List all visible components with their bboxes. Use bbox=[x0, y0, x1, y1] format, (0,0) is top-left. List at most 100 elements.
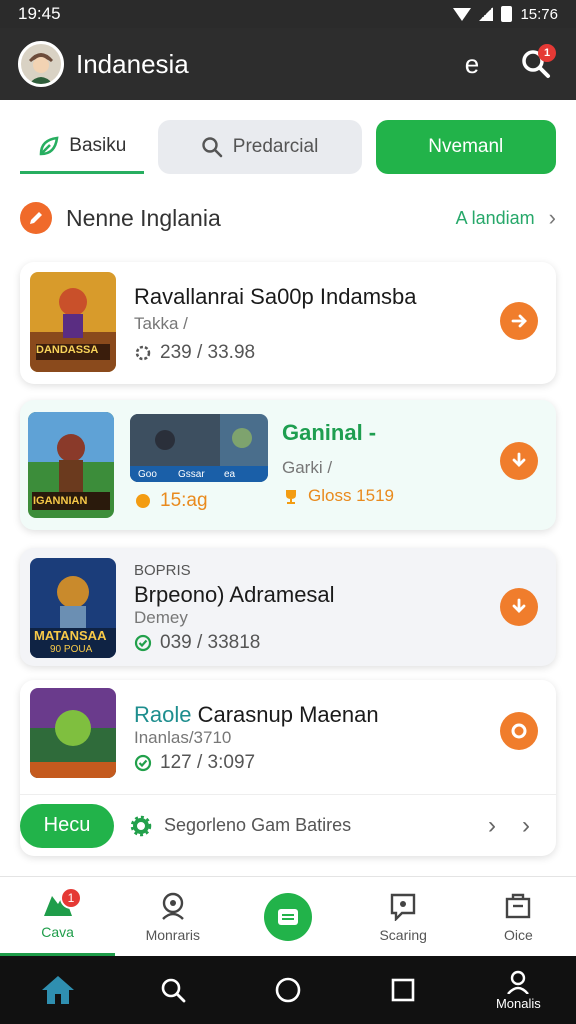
status-bar: 19:45 15:76 bbox=[0, 0, 576, 28]
game-card-4[interactable]: Raole Carasnup Maenan Inanlas/3710 127 /… bbox=[20, 680, 556, 856]
tab-primary-label: Nvemanl bbox=[428, 136, 504, 157]
card-subtitle: Demey bbox=[134, 608, 188, 627]
status-icons: 15:76 bbox=[453, 6, 558, 23]
status-time: 19:45 bbox=[18, 4, 61, 23]
thumbnail-caption: IGANNIAN bbox=[33, 495, 88, 507]
chevron-right-icon[interactable]: › bbox=[488, 812, 496, 840]
nav-badge: 1 bbox=[60, 887, 82, 909]
chevron-right-icon[interactable]: › bbox=[522, 812, 530, 840]
bag-icon bbox=[506, 893, 531, 918]
strip-button[interactable]: Hecu bbox=[20, 803, 114, 848]
signal-icon bbox=[479, 7, 494, 21]
card-meta: 127 / 3:097 bbox=[134, 752, 255, 774]
nav-item-cava[interactable]: 1 Cava bbox=[0, 877, 116, 956]
card-title: Ravallanrai Sa00p Indamsba bbox=[134, 284, 417, 309]
tab-basic[interactable]: Basiku bbox=[20, 120, 144, 174]
user-icon bbox=[507, 970, 530, 994]
leaf-icon bbox=[39, 136, 59, 155]
nav-label: Oice bbox=[504, 926, 533, 943]
card-eyebrow: BOPRIS bbox=[134, 562, 191, 579]
game-thumbnail: MATANSAA 90 POUA bbox=[30, 558, 116, 658]
nav-item-scaring[interactable]: Scaring bbox=[346, 877, 461, 956]
tab-basic-label: Basiku bbox=[69, 134, 127, 156]
filter-row: Basiku Predarcial Nvemanl bbox=[20, 120, 556, 174]
nav-label: Monraris bbox=[145, 926, 201, 943]
search-icon bbox=[161, 978, 186, 1003]
home-circle-button[interactable] bbox=[258, 960, 318, 1020]
bottom-nav: 1 Cava Monraris Scaring Oice bbox=[0, 876, 576, 956]
home-icon bbox=[41, 976, 74, 1004]
battery-icon bbox=[501, 6, 513, 22]
check-circle-icon bbox=[134, 754, 152, 772]
game-card-1[interactable]: DANDASSA Ravallanrai Sa00p Indamsba Takk… bbox=[20, 262, 556, 384]
section-link[interactable]: A landiam bbox=[456, 208, 535, 229]
recents-button[interactable] bbox=[373, 960, 433, 1020]
square-icon bbox=[391, 978, 415, 1002]
download-icon bbox=[512, 452, 526, 467]
strip-label-row[interactable]: Segorleno Gam Batires bbox=[130, 815, 488, 837]
gear-icon bbox=[130, 815, 152, 836]
app-title: Indanesia bbox=[76, 48, 189, 79]
game-thumbnail bbox=[30, 688, 116, 778]
card-meta: 039 / 33818 bbox=[134, 632, 260, 654]
download-icon bbox=[512, 598, 526, 613]
record-button[interactable] bbox=[500, 712, 538, 750]
card-subtitle: Inanlas/3710 bbox=[134, 728, 232, 747]
nav-item-monraris[interactable]: Monraris bbox=[115, 877, 230, 956]
strip-label: Segorleno Gam Batires bbox=[164, 815, 352, 835]
nav-item-center[interactable] bbox=[230, 877, 345, 956]
tab-search[interactable]: Predarcial bbox=[157, 120, 362, 174]
download-button[interactable] bbox=[500, 442, 538, 480]
game-card-2[interactable]: IGANNIAN Goo Gssar ea Ganinal - Garki / … bbox=[20, 400, 556, 530]
notification-badge: 1 bbox=[538, 44, 556, 62]
card-title: Brpeono) Adramesal bbox=[134, 582, 335, 607]
gear-icon bbox=[135, 345, 151, 361]
download-button[interactable] bbox=[500, 588, 538, 626]
card-subtitle: Takka / bbox=[134, 314, 188, 333]
avatar[interactable] bbox=[18, 41, 64, 87]
hero-caption-left: Goo bbox=[138, 469, 157, 480]
game-thumbnail: IGANNIAN bbox=[28, 412, 114, 518]
chat-icon bbox=[391, 893, 416, 921]
app-bar: Indanesia e 1 bbox=[0, 28, 576, 100]
tab-primary-button[interactable]: Nvemanl bbox=[375, 120, 556, 174]
search-button[interactable] bbox=[143, 960, 203, 1020]
action-button[interactable]: e bbox=[450, 42, 494, 86]
profile-label: Monalis bbox=[495, 995, 541, 1011]
system-nav: Monalis bbox=[0, 956, 576, 1024]
action-icon: e bbox=[464, 48, 480, 79]
card-meta-left-value: 15:ag bbox=[160, 490, 208, 511]
profile-button[interactable]: Monalis bbox=[488, 960, 548, 1020]
arrow-right-icon bbox=[511, 314, 527, 328]
home-button[interactable] bbox=[28, 960, 88, 1020]
search-icon bbox=[202, 137, 223, 158]
avatar-icon bbox=[21, 44, 61, 84]
hero-caption-right: ea bbox=[224, 469, 236, 480]
card-meta: 239 / 33.98 bbox=[134, 342, 255, 364]
section-header: Nenne Inglania A landiam › bbox=[20, 198, 556, 238]
pencil-icon bbox=[20, 202, 52, 234]
flower-icon bbox=[136, 494, 150, 508]
card-title-accent: Raole bbox=[134, 702, 192, 727]
user-icon bbox=[161, 892, 184, 920]
card-meta-value: 039 / 33818 bbox=[160, 632, 261, 653]
search-button[interactable]: 1 bbox=[514, 42, 558, 86]
promo-strip: Hecu Segorleno Gam Batires › › bbox=[20, 794, 556, 856]
open-button[interactable] bbox=[500, 302, 538, 340]
card-meta-value: 239 / 33.98 bbox=[160, 342, 256, 363]
nav-label: Cava bbox=[41, 924, 74, 940]
game-card-3[interactable]: MATANSAA 90 POUA BOPRIS Brpeono) Adrames… bbox=[20, 548, 556, 666]
wifi-icon bbox=[453, 7, 472, 21]
tab-search-label: Predarcial bbox=[232, 136, 319, 157]
hero-image: Goo Gssar ea bbox=[130, 414, 268, 482]
nav-item-oice[interactable]: Oice bbox=[461, 877, 576, 956]
nav-label: Scaring bbox=[379, 926, 427, 943]
chevron-right-icon[interactable]: › bbox=[549, 205, 556, 231]
circle-icon bbox=[511, 723, 527, 739]
card-meta-right: Gloss 1519 bbox=[282, 486, 394, 506]
trophy-icon bbox=[286, 490, 296, 504]
thumbnail-caption: DANDASSA bbox=[36, 344, 99, 356]
card-meta-right-value: Gloss 1519 bbox=[308, 486, 394, 505]
hero-caption-mid: Gssar bbox=[178, 469, 205, 480]
list-icon bbox=[264, 892, 312, 941]
